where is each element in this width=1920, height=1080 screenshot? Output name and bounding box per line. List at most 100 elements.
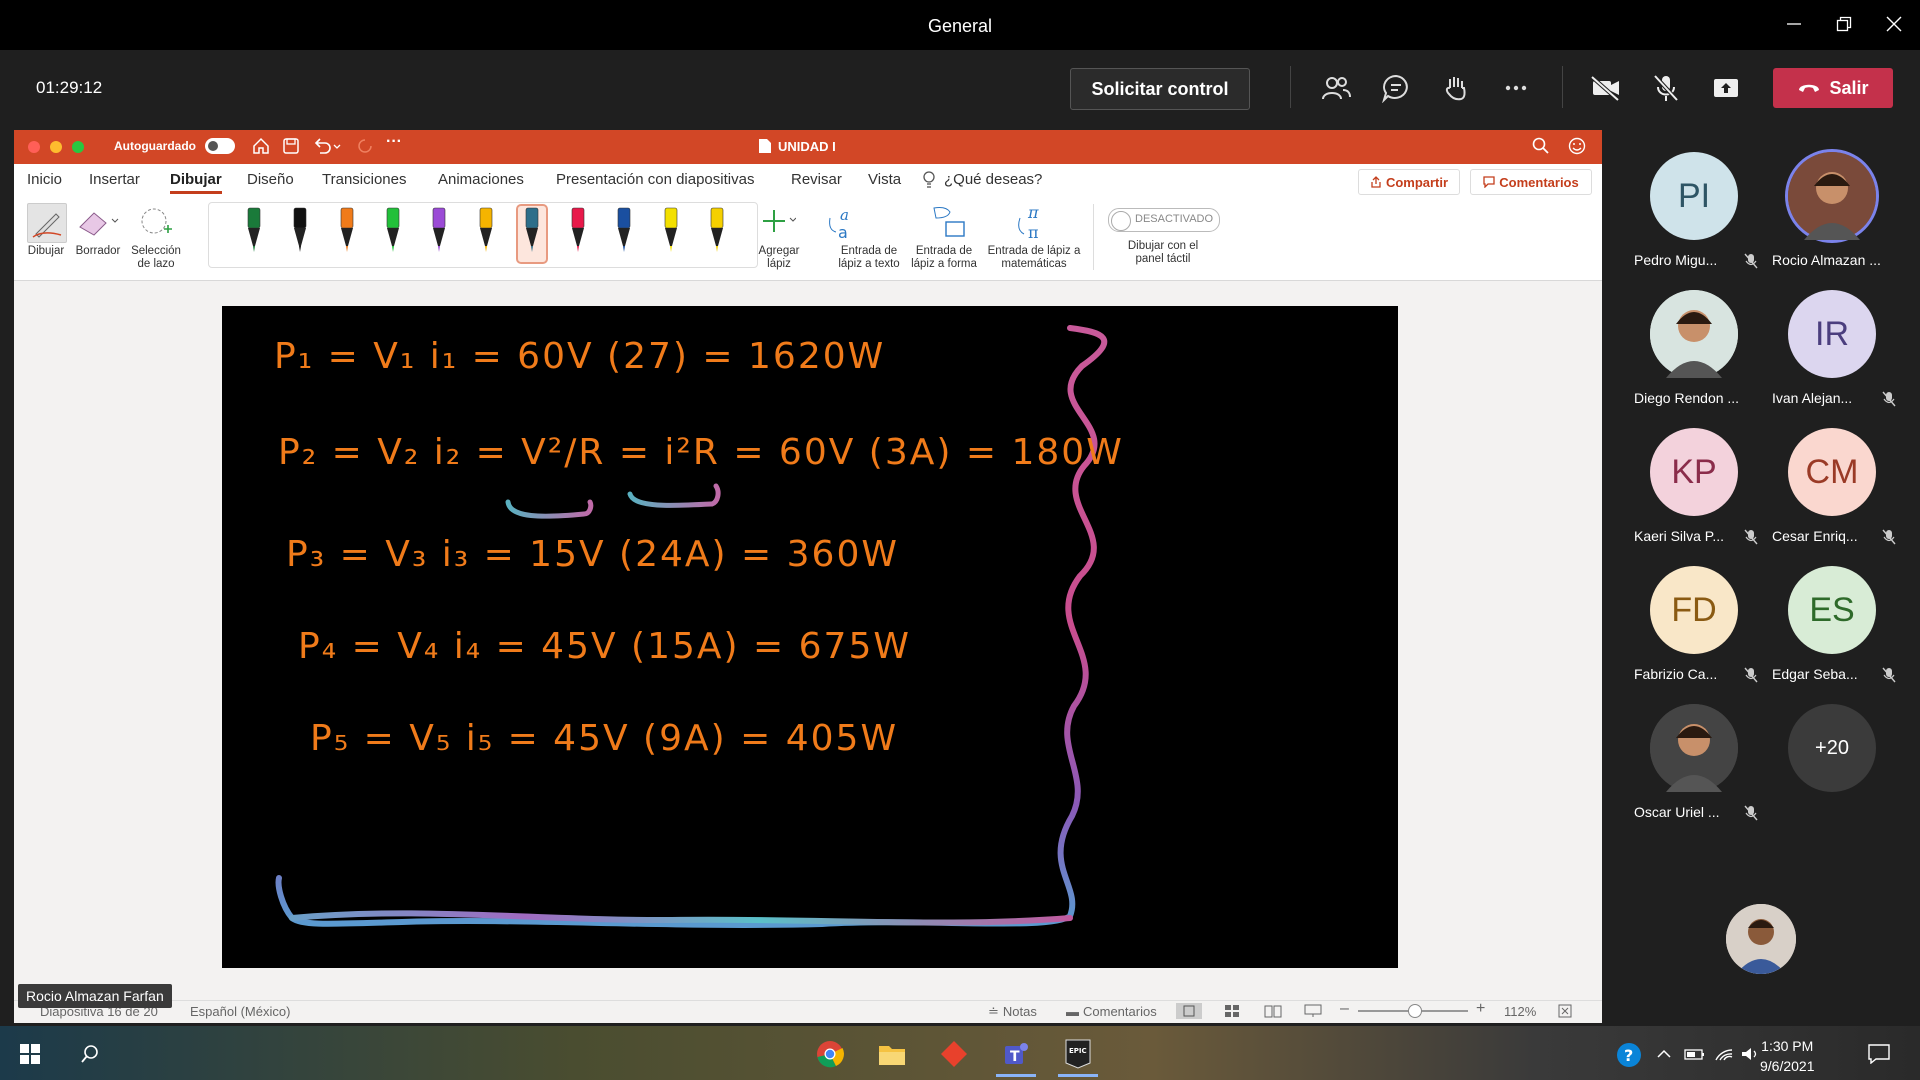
search-icon[interactable] (1532, 137, 1550, 160)
home-icon[interactable] (252, 137, 270, 160)
chevron-up-icon[interactable] (1656, 1046, 1672, 1067)
draw-tool-button[interactable] (27, 203, 67, 243)
status-comments-button[interactable]: ▬ Comentarios (1066, 1004, 1157, 1019)
restore-button[interactable] (1824, 8, 1864, 40)
participant-avatar[interactable]: FD (1650, 566, 1738, 654)
share-doc-button[interactable]: Compartir (1358, 169, 1460, 195)
slideshow-button[interactable] (1304, 1004, 1322, 1023)
pen-color-11[interactable] (703, 206, 731, 262)
pen-color-1[interactable] (240, 206, 268, 262)
tab-revisar[interactable]: Revisar (791, 171, 842, 188)
add-pen-button[interactable] (760, 206, 797, 241)
minimize-button[interactable] (1774, 8, 1814, 40)
teams-app[interactable]: T (996, 1034, 1036, 1077)
folder-icon (879, 1046, 905, 1065)
notifications-icon[interactable] (1868, 1044, 1890, 1069)
person-photo-icon (1726, 904, 1796, 974)
participant-avatar[interactable]: ES (1788, 566, 1876, 654)
camera-button[interactable] (1588, 70, 1624, 106)
tab-transiciones[interactable]: Transiciones (322, 171, 406, 188)
participant-avatar[interactable]: PI (1650, 152, 1738, 240)
pen-color-2[interactable] (286, 206, 314, 262)
battery-icon[interactable] (1684, 1046, 1706, 1067)
language-indicator[interactable]: Español (México) (190, 1004, 290, 1019)
request-control-button[interactable]: Solicitar control (1070, 68, 1250, 110)
touch-draw-toggle[interactable]: DESACTIVADO (1108, 208, 1220, 232)
mac-zoom-dot[interactable] (72, 141, 84, 153)
chat-button[interactable] (1378, 70, 1414, 106)
pen-color-5[interactable] (425, 206, 453, 262)
file-explorer-app[interactable] (872, 1034, 912, 1074)
participant-avatar[interactable]: KP (1650, 428, 1738, 516)
tab-dibujar[interactable]: Dibujar (170, 171, 222, 188)
redo-icon[interactable] (356, 137, 374, 160)
participant-avatar[interactable]: IR (1788, 290, 1876, 378)
mute-button[interactable] (1648, 70, 1684, 106)
pen-color-6[interactable] (472, 206, 500, 262)
pen-color-4[interactable] (379, 206, 407, 262)
self-video-avatar[interactable] (1726, 904, 1796, 974)
ink-to-math-button[interactable]: ππ (1012, 203, 1056, 247)
pen-color-9[interactable] (610, 206, 638, 262)
zoom-level[interactable]: 112% (1504, 1004, 1536, 1019)
volume-icon[interactable] (1740, 1046, 1760, 1067)
leave-button[interactable]: Salir (1773, 68, 1893, 108)
more-participants-button[interactable]: +20 (1788, 704, 1876, 792)
reading-view-button[interactable] (1264, 1004, 1282, 1023)
help-tray-icon[interactable]: ? (1616, 1042, 1642, 1073)
start-button[interactable] (10, 1034, 50, 1074)
mac-minimize-dot[interactable] (50, 141, 62, 153)
tab-presentacion[interactable]: Presentación con diapositivas (556, 171, 754, 188)
system-clock[interactable]: 1:30 PM 9/6/2021 (1760, 1036, 1815, 1076)
eraser-button[interactable] (76, 205, 120, 244)
document-title[interactable]: UNIDAD I (778, 139, 836, 154)
ink-to-shape-button[interactable] (928, 204, 972, 247)
tab-insertar[interactable]: Insertar (89, 171, 140, 188)
avatar-initials: KP (1671, 452, 1717, 491)
pen-color-7[interactable] (515, 204, 548, 264)
tell-me-search[interactable]: ¿Qué deseas? (944, 171, 1042, 188)
more-options-button[interactable] (1498, 70, 1534, 106)
taskbar-search-button[interactable] (70, 1034, 110, 1074)
participant-avatar[interactable]: CM (1788, 428, 1876, 516)
ink-to-text-button[interactable]: aa (824, 204, 868, 247)
pen-color-3[interactable] (333, 206, 361, 262)
mac-close-dot[interactable] (28, 141, 40, 153)
smiley-feedback-icon[interactable] (1568, 137, 1586, 160)
pen-icon (432, 207, 446, 252)
participant-avatar[interactable] (1650, 704, 1738, 792)
comments-button[interactable]: Comentarios (1470, 169, 1592, 195)
raise-hand-button[interactable] (1438, 70, 1474, 106)
zoom-out-icon[interactable]: – (1340, 1000, 1349, 1018)
close-window-button[interactable] (1874, 8, 1914, 40)
fit-to-window-icon[interactable] (1558, 1004, 1572, 1023)
slide-canvas[interactable]: P₁ = V₁ i₁ = 60V (27) = 1620W P₂ = V₂ i₂… (222, 306, 1398, 968)
pen-color-8[interactable] (564, 206, 592, 262)
save-icon[interactable] (282, 137, 300, 160)
autosave-toggle[interactable] (205, 138, 235, 154)
participant-avatar[interactable] (1650, 290, 1738, 378)
lasso-button[interactable] (138, 205, 174, 244)
overflow-icon[interactable]: ··· (386, 133, 402, 151)
zoom-slider-thumb[interactable] (1408, 1004, 1422, 1018)
participant-avatar[interactable] (1788, 152, 1876, 240)
share-screen-button[interactable] (1708, 70, 1744, 106)
undo-icon[interactable] (312, 137, 342, 160)
normal-view-button[interactable] (1176, 1003, 1202, 1019)
wifi-icon[interactable] (1714, 1046, 1734, 1067)
tab-inicio[interactable]: Inicio (27, 171, 62, 188)
zoom-in-icon[interactable]: + (1476, 1000, 1485, 1018)
epic-games-app[interactable]: EPIC (1058, 1034, 1098, 1077)
phone-hangup-icon (1799, 84, 1820, 92)
tab-animaciones[interactable]: Animaciones (438, 171, 524, 188)
red-app[interactable] (934, 1034, 974, 1074)
pen-color-10[interactable] (657, 206, 685, 262)
chrome-icon (817, 1041, 844, 1068)
chrome-app[interactable] (810, 1034, 850, 1074)
person-photo-icon (1788, 152, 1876, 240)
tab-diseno[interactable]: Diseño (247, 171, 294, 188)
participants-button[interactable] (1318, 70, 1354, 106)
slide-sorter-button[interactable] (1224, 1004, 1240, 1023)
tab-vista[interactable]: Vista (868, 171, 901, 188)
notes-button[interactable]: ≐ Notas (988, 1004, 1037, 1020)
